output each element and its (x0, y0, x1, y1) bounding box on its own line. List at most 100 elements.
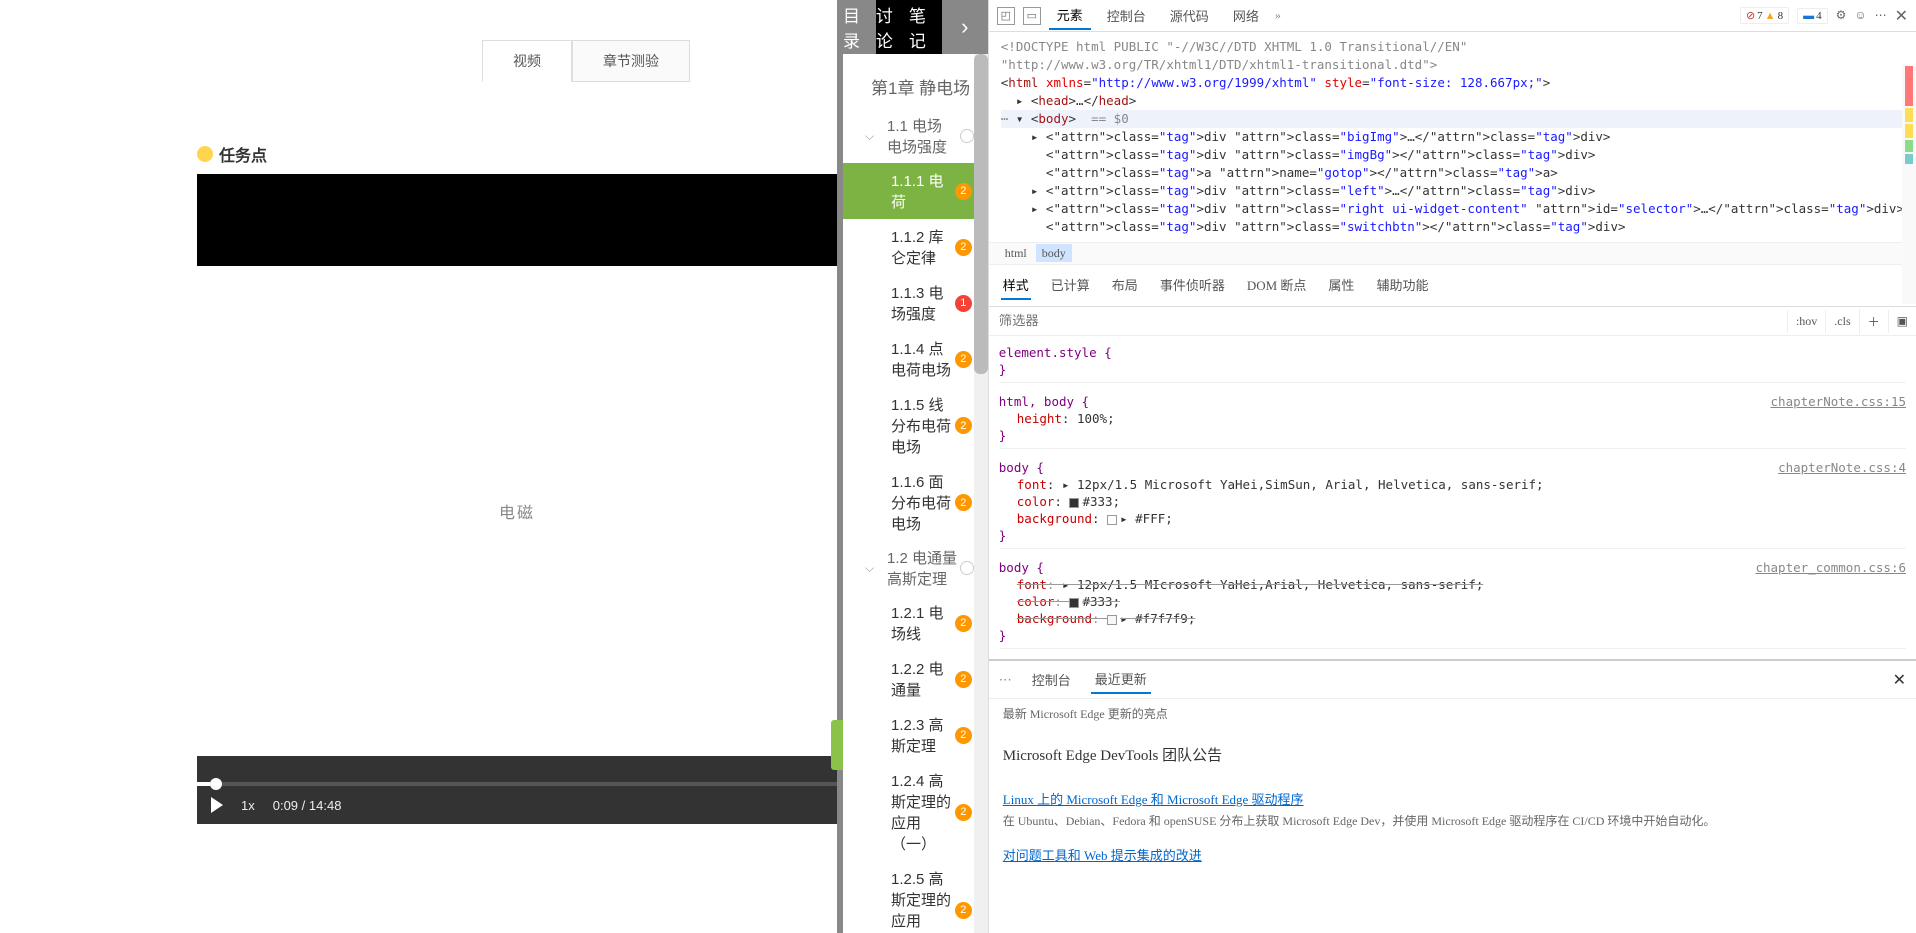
rule-source-link[interactable]: chapterNote.css:15 (1771, 393, 1906, 410)
toc-item[interactable]: 1.2.4 高斯定理的应用（一）2 (843, 763, 984, 861)
toc-section[interactable]: ⌵1.2 电通量 高斯定理 (843, 541, 984, 595)
section-label: 1.1 电场 电场强度 (887, 115, 960, 157)
dom-node[interactable]: ▸ <"attrn">class="tag">div "attrn">class… (1001, 182, 1904, 200)
toc-section[interactable]: ⌵ 1.1 电场 电场强度 (843, 109, 984, 163)
scroll-thumb[interactable] (974, 54, 988, 374)
cls-toggle[interactable]: .cls (1825, 310, 1858, 333)
minimap-scrollbar[interactable] (1902, 64, 1916, 304)
styletab-styles[interactable]: 样式 (1001, 271, 1031, 300)
play-icon[interactable] (211, 797, 223, 813)
devtab-console[interactable]: 控制台 (1099, 2, 1154, 29)
playback-speed[interactable]: 1x (241, 798, 255, 813)
more-tabs-icon[interactable]: » (1275, 8, 1281, 23)
hov-toggle[interactable]: :hov (1787, 310, 1825, 333)
toc-item[interactable]: 1.1.4 点电荷电场2 (843, 331, 984, 387)
css-rule[interactable]: element.style {} (999, 340, 1906, 383)
kebab-icon[interactable]: ⋯ (1875, 8, 1887, 23)
styles-filter-row: :hov .cls ＋ ▣ (989, 307, 1916, 336)
item-badge: 2 (955, 671, 972, 688)
video-controls: 1x 0:09 / 14:48 (197, 756, 837, 824)
styletab-props[interactable]: 属性 (1326, 271, 1356, 300)
tab-toc[interactable]: 目录 (843, 0, 876, 54)
new-rule-icon[interactable]: ＋ (1859, 309, 1888, 334)
drawer-tab-console[interactable]: 控制台 (1028, 666, 1075, 693)
drawer-desc: 在 Ubuntu、Debian、Fedora 和 openSUSE 分布上获取 … (1003, 812, 1902, 829)
feedback-icon[interactable]: ☺ (1854, 8, 1866, 23)
drawer-more-icon[interactable]: ⋯ (999, 672, 1012, 688)
styles-tabs: 样式 已计算 布局 事件侦听器 DOM 断点 属性 辅助功能 (989, 265, 1916, 307)
toc-scrollbar[interactable] (974, 54, 988, 933)
toc-item[interactable]: 1.2.5 高斯定理的应用（二）2 (843, 861, 984, 933)
toc-item[interactable]: 1.1.6 面分布电荷电场2 (843, 464, 984, 541)
item-badge: 2 (955, 183, 972, 200)
video-canvas[interactable]: 电磁 (197, 266, 837, 756)
tab-notes[interactable]: 笔记 (909, 0, 942, 54)
toc-item[interactable]: 1.1.2 库仑定律2 (843, 219, 984, 275)
dom-doctype[interactable]: <!DOCTYPE html PUBLIC "-//W3C//DTD XHTML… (1001, 38, 1904, 56)
dom-tree[interactable]: <!DOCTYPE html PUBLIC "-//W3C//DTD XHTML… (989, 32, 1916, 242)
devtab-elements[interactable]: 元素 (1049, 1, 1091, 30)
gear-icon[interactable]: ⚙ (1836, 8, 1847, 23)
styletab-a11y[interactable]: 辅助功能 (1374, 271, 1430, 300)
error-count[interactable]: ⊘7 ▲8 (1740, 7, 1789, 24)
styles-filter-input[interactable] (989, 307, 1787, 335)
styletab-dom[interactable]: DOM 断点 (1245, 271, 1309, 300)
drawer: ⋯ 控制台 最近更新 ✕ 最新 Microsoft Edge 更新的亮点 Mic… (989, 659, 1916, 872)
drawer-link-linux[interactable]: Linux 上的 Microsoft Edge 和 Microsoft Edge… (1003, 792, 1304, 807)
styletab-computed[interactable]: 已计算 (1049, 271, 1092, 300)
device-icon[interactable]: ▭ (1023, 7, 1041, 25)
toc-item[interactable]: 1.2.1 电场线2 (843, 595, 984, 651)
dom-node[interactable]: <"attrn">class="tag">a "attrn">name="got… (1001, 164, 1904, 182)
drawer-close-icon[interactable]: ✕ (1893, 670, 1906, 690)
dom-head[interactable]: ▸ <head>…</head> (1001, 92, 1904, 110)
css-rule[interactable]: chapter_common.css:6body {font: ▸ 12px/1… (999, 555, 1906, 649)
toc-list[interactable]: 第1章 静电场⌵1.1 电场 电场强度1.1.1 电荷21.1.2 库仑定律21… (843, 54, 988, 933)
crumb-html[interactable]: html (999, 244, 1033, 262)
dom-node[interactable]: <"attrn">class="tag">div "attrn">class="… (1001, 218, 1904, 236)
toc-item[interactable]: 1.1.3 电场强度1 (843, 275, 984, 331)
devtab-network[interactable]: 网络 (1225, 2, 1267, 29)
dom-node[interactable]: ▸ <"attrn">class="tag">div "attrn">class… (1001, 128, 1904, 146)
toc-item[interactable]: 1.1.5 线分布电荷电场2 (843, 387, 984, 464)
styles-pane-icon[interactable]: ▣ (1888, 310, 1916, 333)
item-label: 1.1.2 库仑定律 (891, 226, 955, 268)
info-count[interactable]: ▬4 (1797, 8, 1828, 24)
toc-item[interactable]: 1.2.3 高斯定理2 (843, 707, 984, 763)
video-progress-bar[interactable] (197, 782, 837, 786)
toc-chapter-title[interactable]: 第1章 静电场 (843, 64, 984, 109)
dom-html[interactable]: <html xmlns="http://www.w3.org/1999/xhtm… (1001, 74, 1904, 92)
item-badge: 2 (955, 494, 972, 511)
video-player[interactable]: 电磁 1x 0:09 / 14:48 (197, 174, 837, 824)
toc-item[interactable]: 1.2.2 电通量2 (843, 651, 984, 707)
dom-doctype2[interactable]: "http://www.w3.org/TR/xhtml1/DTD/xhtml1-… (1001, 56, 1904, 74)
dom-node[interactable]: <"attrn">class="tag">div "attrn">class="… (1001, 146, 1904, 164)
tab-quiz[interactable]: 章节测验 (572, 40, 690, 82)
drawer-link-issues[interactable]: 对问题工具和 Web 提示集成的改进 (1003, 848, 1202, 863)
rule-source-link[interactable]: chapter_common.css:6 (1755, 559, 1906, 576)
css-rule[interactable]: chapterNote.css:4body {font: ▸ 12px/1.5 … (999, 455, 1906, 549)
progress-handle[interactable] (210, 778, 222, 790)
toc-item[interactable]: 1.1.1 电荷2 (843, 163, 984, 219)
devtab-sources[interactable]: 源代码 (1162, 2, 1217, 29)
chevron-down-icon: ⌵ (865, 129, 879, 144)
styletab-events[interactable]: 事件侦听器 (1158, 271, 1227, 300)
rule-source-link[interactable]: chapterNote.css:4 (1778, 459, 1906, 476)
dom-node[interactable]: ▸ <"attrn">class="tag">div "attrn">class… (1001, 200, 1904, 218)
item-badge: 1 (955, 295, 972, 312)
item-label: 1.2.2 电通量 (891, 658, 955, 700)
crumb-body[interactable]: body (1036, 244, 1072, 262)
css-rule[interactable]: chapterNote.css:15html, body {height: 10… (999, 389, 1906, 449)
dom-body-selected[interactable]: ⋯ ▾ <body> == $0 (1001, 110, 1904, 128)
styles-list[interactable]: element.style {} chapterNote.css:15html, … (989, 336, 1916, 659)
close-devtools-icon[interactable]: ✕ (1895, 6, 1908, 26)
item-badge: 2 (955, 615, 972, 632)
item-badge: 2 (955, 351, 972, 368)
drawer-body[interactable]: Microsoft Edge DevTools 团队公告 Linux 上的 Mi… (989, 728, 1916, 872)
next-chapter-icon[interactable]: › (942, 0, 988, 54)
inspect-icon[interactable]: ◰ (997, 7, 1015, 25)
collapse-handle[interactable] (831, 720, 843, 770)
drawer-tab-whatsnew[interactable]: 最近更新 (1091, 665, 1151, 694)
tab-video[interactable]: 视频 (482, 40, 572, 82)
styletab-layout[interactable]: 布局 (1110, 271, 1140, 300)
tab-discuss[interactable]: 讨论 (876, 0, 909, 54)
